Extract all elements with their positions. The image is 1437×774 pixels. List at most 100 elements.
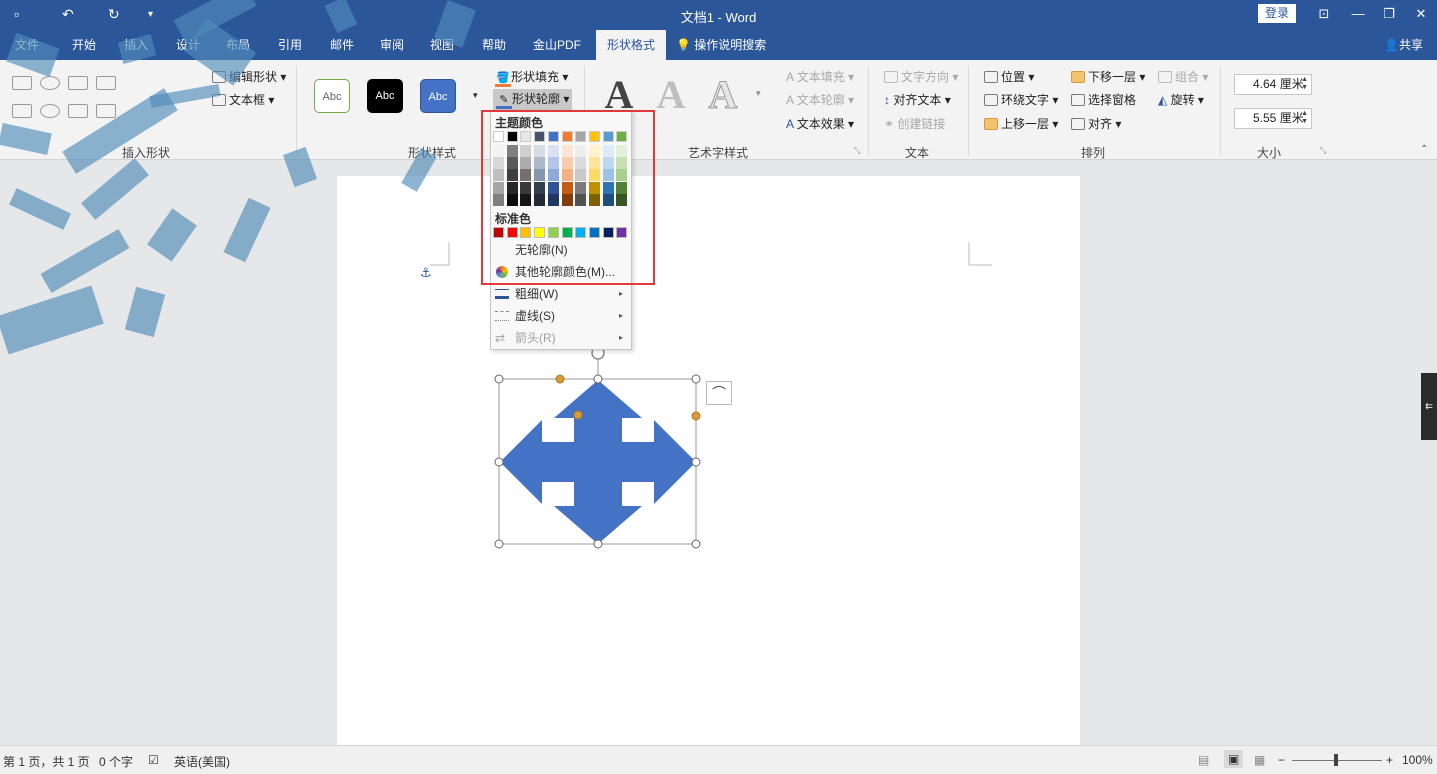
tab-mailings[interactable]: 邮件: [322, 30, 362, 60]
group-button[interactable]: 组合 ▾: [1158, 68, 1208, 85]
tab-review[interactable]: 审阅: [372, 30, 412, 60]
shape-width-input[interactable]: 5.55 厘米 ▲ ▼: [1234, 108, 1312, 129]
text-effects-button[interactable]: A 文本效果 ▾: [786, 115, 854, 132]
shape-thumb[interactable]: [68, 104, 88, 118]
read-mode-icon[interactable]: ▤: [1198, 753, 1209, 767]
text-direction-button[interactable]: 文字方向 ▾: [884, 68, 958, 85]
collapse-ribbon-icon[interactable]: ⌃: [1420, 144, 1428, 155]
adjust-handle[interactable]: [691, 411, 701, 421]
side-panel-tab[interactable]: ⇇: [1421, 373, 1437, 440]
tab-kingsoft-pdf[interactable]: 金山PDF: [530, 30, 584, 60]
shape-thumb[interactable]: [68, 76, 88, 90]
submenu-arrow-icon: ▸: [618, 333, 623, 342]
wordart-preset-outline[interactable]: A: [698, 72, 748, 118]
align-button[interactable]: 对齐 ▾: [1071, 115, 1121, 132]
width-spinner[interactable]: ▲ ▼: [1301, 110, 1308, 126]
highlight-box: [481, 110, 655, 285]
proofing-icon[interactable]: ☑: [148, 753, 159, 767]
shape-style-preset-blue[interactable]: Abc: [420, 79, 456, 113]
resize-handle[interactable]: [691, 374, 701, 384]
align-text-button[interactable]: ↕ 对齐文本 ▾: [884, 91, 951, 108]
resize-handle[interactable]: [691, 457, 701, 467]
lightbulb-icon: 💡: [676, 38, 691, 52]
close-button[interactable]: ✕: [1410, 4, 1432, 24]
minimize-button[interactable]: —: [1347, 4, 1369, 24]
quad-arrow-fill[interactable]: [500, 380, 696, 544]
shape-style-preset-black[interactable]: Abc: [367, 79, 403, 113]
selection-pane-button[interactable]: 选择窗格: [1071, 91, 1136, 108]
zoom-slider-thumb[interactable]: [1334, 754, 1338, 766]
ribbon: 编辑形状 ▾ 文本框 ▾ 插入形状 Abc Abc Abc ▾ 🪣形状填充 ▾ …: [0, 60, 1437, 160]
ribbon-display-options-icon[interactable]: ⊡: [1313, 4, 1335, 24]
restore-button[interactable]: ❐: [1378, 4, 1400, 24]
shape-thumb[interactable]: [96, 76, 116, 90]
height-spinner[interactable]: ▲ ▼: [1301, 76, 1308, 92]
create-link-button[interactable]: ⚭ 创建链接: [884, 115, 945, 132]
shape-styles-more-button[interactable]: ▾: [473, 90, 478, 101]
tab-shape-format[interactable]: 形状格式: [596, 30, 666, 60]
login-button[interactable]: 登录: [1258, 4, 1296, 23]
page-count[interactable]: 第 1 页，共 1 页: [3, 753, 90, 770]
resize-handle[interactable]: [593, 539, 603, 549]
zoom-out-button[interactable]: −: [1278, 753, 1285, 767]
resize-handle[interactable]: [494, 374, 504, 384]
shape-height-input[interactable]: 4.64 厘米 ▲ ▼: [1234, 74, 1312, 95]
wordart-more-button[interactable]: ▾: [756, 88, 761, 99]
shape-thumb[interactable]: [40, 104, 60, 118]
shape-style-preset-outline[interactable]: Abc: [314, 79, 350, 113]
position-button[interactable]: 位置 ▾: [984, 68, 1034, 85]
bring-forward-label: 上移一层: [1001, 117, 1050, 131]
send-backward-button[interactable]: 下移一层 ▾: [1071, 68, 1145, 85]
glass-shard: [124, 286, 166, 338]
align-label: 对齐: [1088, 117, 1113, 131]
shape-outline-button[interactable]: ✎ 形状轮廓 ▾: [493, 89, 573, 110]
dashes-label: 虚线(S): [515, 309, 555, 323]
wrap-text-label: 环绕文字: [1001, 93, 1050, 107]
link-icon: ⚭: [884, 117, 895, 131]
language[interactable]: 英语(美国): [174, 753, 230, 770]
wrap-text-button[interactable]: 环绕文字 ▾: [984, 91, 1058, 108]
wordart-dialog-launcher-icon[interactable]: ⤡: [854, 146, 860, 156]
shape-thumb[interactable]: [40, 76, 60, 90]
zoom-level[interactable]: 100%: [1402, 753, 1433, 767]
web-layout-icon[interactable]: ▦: [1254, 753, 1265, 767]
layout-options-button[interactable]: ⌒: [706, 381, 732, 405]
text-fill-button[interactable]: A 文本填充 ▾: [786, 68, 854, 85]
quad-arrow-shape[interactable]: [490, 336, 740, 556]
adjust-handle[interactable]: [555, 374, 565, 384]
text-outline-label: 文本轮廓: [796, 93, 845, 107]
text-box-button[interactable]: 文本框 ▾: [212, 91, 274, 108]
tab-home[interactable]: 开始: [64, 30, 104, 60]
resize-handle[interactable]: [593, 374, 603, 384]
zoom-in-button[interactable]: +: [1386, 753, 1393, 767]
resize-handle[interactable]: [494, 539, 504, 549]
text-fill-label: 文本填充: [796, 70, 845, 84]
rotate-button[interactable]: ◭ 旋转 ▾: [1158, 91, 1204, 108]
crop-mark-top-right: [968, 242, 992, 266]
anchor-icon: ⚓: [420, 265, 432, 280]
shape-thumb[interactable]: [96, 104, 116, 118]
bring-forward-button[interactable]: 上移一层 ▾: [984, 115, 1058, 132]
tab-references[interactable]: 引用: [270, 30, 310, 60]
layout-options-icon: ⌒: [712, 385, 726, 401]
group-label-size: 大小: [1256, 146, 1281, 160]
tell-me-search[interactable]: 💡 操作说明搜索: [676, 30, 766, 60]
resize-handle[interactable]: [691, 539, 701, 549]
print-layout-icon[interactable]: ▣: [1224, 750, 1244, 768]
tab-help[interactable]: 帮助: [474, 30, 514, 60]
shape-fill-button[interactable]: 🪣形状填充 ▾: [495, 68, 568, 87]
shape-thumb[interactable]: [12, 76, 32, 90]
status-bar: 第 1 页，共 1 页 0 个字 ☑ 英语(美国) ▤ ▣ ▦ − + 100%: [0, 745, 1437, 774]
weight-item[interactable]: 粗细(W) ▸: [491, 283, 631, 305]
align-text-icon: ↕: [884, 93, 890, 107]
shape-thumb[interactable]: [12, 104, 32, 118]
text-outline-button[interactable]: A 文本轮廓 ▾: [786, 91, 854, 108]
size-dialog-launcher-icon[interactable]: ⤡: [1320, 146, 1326, 156]
adjust-handle[interactable]: [573, 410, 583, 420]
resize-handle[interactable]: [494, 457, 504, 467]
arrows-item[interactable]: ⇄ 箭头(R) ▸: [491, 327, 631, 349]
word-count[interactable]: 0 个字: [99, 753, 133, 770]
shape-outline-label: 形状轮廓: [512, 92, 561, 106]
share-button[interactable]: 👤共享: [1384, 30, 1423, 60]
dashes-item[interactable]: 虚线(S) ▸: [491, 305, 631, 327]
